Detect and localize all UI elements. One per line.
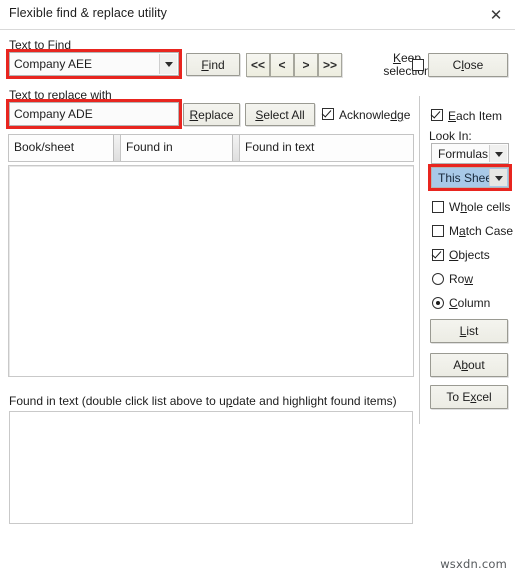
column-header-found-in[interactable]: Found in [120,134,239,162]
column-header-found-in-text-label: Found in text [245,140,315,154]
look-in-dropdown[interactable]: Formulas [431,143,509,164]
find-replace-dialog: Flexible find & replace utility ✕ Text t… [0,0,515,576]
column-header-book-sheet-label: Book/sheet [14,140,75,154]
close-button-label: Close [452,58,484,72]
column-header-found-in-label: Found in [126,140,173,154]
each-item-label: Each Item [448,109,503,123]
keep-selection-label: Keep selection [383,51,431,78]
select-all-button-label: Select All [255,107,305,122]
acknowledge-label: Acknowledge [339,108,411,122]
match-case-label: Match Case [449,224,514,238]
list-button-label: List [459,324,479,338]
replace-input-value: Company ADE [14,107,93,121]
acknowledge-checkbox[interactable] [322,108,334,120]
find-combobox[interactable]: Company AEE [9,52,179,76]
title-bar: Flexible find & replace utility ✕ [0,0,515,30]
list-button[interactable]: List [430,319,508,343]
look-in-dropdown-value: Formulas [438,146,489,161]
row-radio-label: Row [449,272,474,286]
about-button-label: About [453,358,485,372]
nav-prev-button[interactable]: < [270,53,294,77]
results-list[interactable] [8,165,414,377]
find-combobox-value: Company AEE [14,57,93,71]
found-in-text-box[interactable] [9,411,413,524]
row-radio[interactable] [432,273,444,285]
nav-last-button[interactable]: >> [318,53,342,77]
match-case-checkbox[interactable] [432,225,444,237]
whole-cells-label: Whole cells [449,200,511,214]
objects-checkbox[interactable] [432,249,444,261]
scope-dropdown[interactable]: This Shee [431,167,509,188]
nav-next-button[interactable]: > [294,53,318,77]
chevron-down-icon[interactable] [489,145,507,162]
close-icon[interactable]: ✕ [485,4,507,26]
nav-first-button[interactable]: << [246,53,270,77]
objects-label: Objects [449,248,490,262]
each-item-checkbox[interactable] [431,109,443,121]
whole-cells-checkbox[interactable] [432,201,444,213]
scope-dropdown-value: This Shee [438,170,493,185]
replace-button[interactable]: Replace [183,103,240,126]
to-excel-button-label: To Excel [446,390,492,404]
window-title: Flexible find & replace utility [9,6,168,20]
column-header-book-sheet[interactable]: Book/sheet [8,134,120,162]
replace-button-label: Replace [189,107,234,122]
column-radio-label: Column [449,296,491,310]
text-to-replace-label: Text to replace with [9,88,112,102]
chevron-down-icon[interactable] [489,169,507,186]
chevron-down-icon[interactable] [159,54,177,74]
look-in-label: Look In: [429,129,472,143]
results-list-header: Book/sheet Found in Found in text [8,134,414,162]
about-button[interactable]: About [430,353,508,377]
text-to-find-label-rest: ext to Find [15,38,72,52]
select-all-button[interactable]: Select All [245,103,315,126]
keep-selection-checkbox[interactable] [412,59,424,71]
column-header-found-in-text[interactable]: Found in text [239,134,414,162]
column-radio[interactable] [432,297,444,309]
keep-selection-accel: K [392,51,401,65]
to-excel-button[interactable]: To Excel [430,385,508,409]
found-in-text-label: Found in text (double click list above t… [9,394,397,408]
watermark: wsxdn.com [440,557,507,571]
find-button-label: Find [201,57,225,72]
find-button[interactable]: Find [186,53,240,76]
panel-divider [419,96,420,424]
replace-input[interactable]: Company ADE [9,102,179,126]
close-button[interactable]: Close [428,53,508,77]
text-to-find-label: Text to Find [9,38,71,52]
